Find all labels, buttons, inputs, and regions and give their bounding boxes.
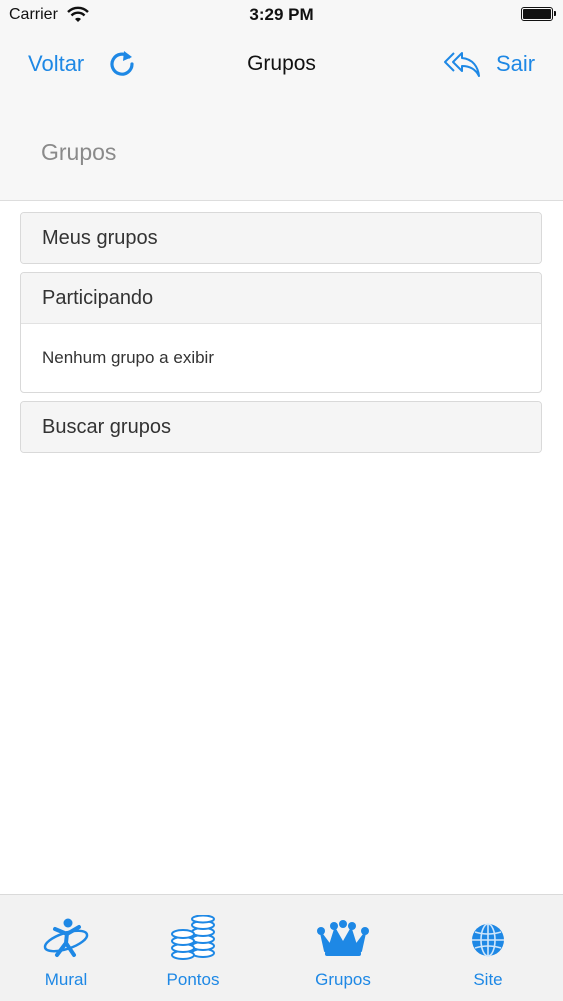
search-groups-panel: Buscar grupos (20, 401, 542, 453)
tab-pontos[interactable]: Pontos (123, 895, 263, 1001)
clock: 3:29 PM (249, 5, 314, 24)
participating-heading[interactable]: Participando (21, 273, 541, 323)
battery-icon (521, 7, 556, 21)
tab-label-grupos: Grupos (315, 970, 371, 989)
tab-bar: Mural Pontos Grupos Site (0, 894, 563, 1001)
tab-site[interactable]: Site (418, 895, 558, 1001)
empty-groups-message: Nenhum grupo a exibir (21, 323, 541, 392)
my-groups-panel: Meus grupos (20, 212, 542, 264)
crown-icon (317, 920, 369, 956)
coins-stack-icon (171, 915, 215, 960)
tab-grupos[interactable]: Grupos (273, 895, 413, 1001)
exit-button[interactable]: Sair (496, 51, 535, 77)
tab-label-site: Site (473, 970, 503, 989)
mural-person-icon (43, 918, 89, 957)
reply-icon[interactable] (442, 49, 482, 79)
my-groups-heading[interactable]: Meus grupos (21, 213, 541, 263)
globe-icon (472, 923, 504, 957)
tab-label-pontos: Pontos (166, 970, 220, 989)
tab-label-mural: Mural (44, 970, 88, 989)
tab-mural[interactable]: Mural (0, 895, 136, 1001)
page-heading: Grupos (41, 139, 117, 165)
navigation-bar: Voltar Grupos Sair Grupos (0, 32, 563, 201)
participating-panel: Participando Nenhum grupo a exibir (20, 272, 542, 393)
status-bar: Carrier 3:29 PM (0, 0, 563, 32)
search-groups-heading[interactable]: Buscar grupos (21, 402, 541, 452)
